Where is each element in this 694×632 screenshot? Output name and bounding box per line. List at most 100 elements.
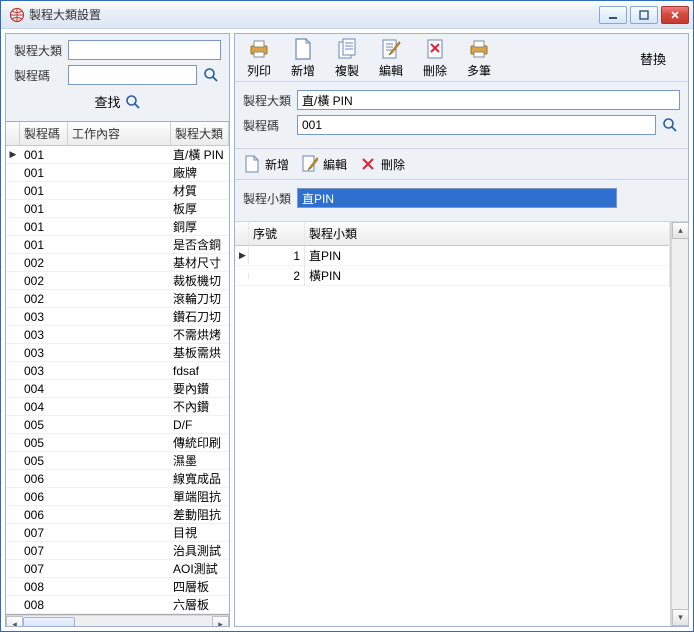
table-row[interactable]: 002基材尺寸 — [6, 254, 229, 272]
cell-code: 005 — [20, 436, 68, 450]
titlebar: 製程大類設置 — [1, 1, 693, 29]
cell-code: 001 — [20, 238, 68, 252]
maximize-button[interactable] — [630, 6, 658, 24]
cell-category: 要內鑽 — [171, 380, 229, 397]
scroll-up-icon[interactable]: ▴ — [672, 222, 689, 239]
sub-grid: 序號 製程小類 ▶1直PIN2橫PIN — [235, 222, 671, 626]
category-input[interactable] — [68, 40, 221, 60]
vertical-scrollbar[interactable]: ▴ ▾ — [671, 222, 688, 626]
cell-category: 目視 — [171, 524, 229, 541]
table-row[interactable]: 2橫PIN — [235, 266, 670, 286]
close-button[interactable] — [661, 6, 689, 24]
cell-category: 材質 — [171, 182, 229, 199]
subcategory-input[interactable] — [297, 188, 617, 208]
scroll-down-icon[interactable]: ▾ — [672, 609, 689, 626]
table-row[interactable]: 001材質 — [6, 182, 229, 200]
table-row[interactable]: 008四層板 — [6, 578, 229, 596]
minimize-button[interactable] — [599, 6, 627, 24]
table-row[interactable]: 005濕墨 — [6, 452, 229, 470]
cell-code: 001 — [20, 166, 68, 180]
cell-code: 007 — [20, 562, 68, 576]
cell-code: 003 — [20, 328, 68, 342]
col-seq[interactable]: 序號 — [249, 222, 305, 245]
delete-button[interactable]: 刪除 — [417, 38, 453, 79]
detail-code-input[interactable] — [297, 115, 656, 135]
table-row[interactable]: 003 不需烘烤 — [6, 326, 229, 344]
left-grid: 製程碼 工作內容 製程大類 ▶001直/橫 PIN001廠牌001材質001板厚… — [6, 121, 229, 626]
multi-button[interactable]: 多筆 — [461, 38, 497, 79]
table-row[interactable]: 003基板需烘 — [6, 344, 229, 362]
cell-category: 基材尺寸 — [171, 254, 229, 271]
col-work[interactable]: 工作內容 — [68, 122, 171, 145]
table-row[interactable]: 007治具測試 — [6, 542, 229, 560]
table-row[interactable]: 007AOI測試 — [6, 560, 229, 578]
horizontal-scrollbar[interactable]: ◂ ▸ — [6, 615, 229, 626]
scroll-right-icon[interactable]: ▸ — [212, 616, 229, 627]
cell-code: 001 — [20, 148, 68, 162]
table-row[interactable]: ▶1直PIN — [235, 246, 670, 266]
cell-code: 002 — [20, 292, 68, 306]
detail-lookup-button[interactable] — [660, 115, 680, 135]
copy-button[interactable]: 複製 — [329, 38, 365, 79]
table-row[interactable]: 002滾輪刀切 — [6, 290, 229, 308]
sub-delete-button[interactable]: 刪除 — [355, 153, 409, 175]
table-row[interactable]: 001銅厚 — [6, 218, 229, 236]
detail-category-input[interactable] — [297, 90, 680, 110]
code-lookup-button[interactable] — [201, 65, 221, 85]
table-row[interactable]: 002 裁板機切 — [6, 272, 229, 290]
search-icon — [662, 117, 678, 133]
table-row[interactable]: 003fdsaf — [6, 362, 229, 380]
pencil-icon — [380, 38, 402, 60]
table-row[interactable]: 004不內鑽 — [6, 398, 229, 416]
main-toolbar: 列印 新增 複製 編輯 刪除 — [235, 34, 688, 82]
copy-icon — [336, 38, 358, 60]
cell-category: 不需烘烤 — [171, 326, 229, 343]
col-category[interactable]: 製程大類 — [171, 122, 229, 145]
table-row[interactable]: 006單端阻抗 — [6, 488, 229, 506]
col-code[interactable]: 製程碼 — [20, 122, 68, 145]
cell-code: 001 — [20, 220, 68, 234]
search-icon — [203, 67, 219, 83]
search-button[interactable]: 查找 — [94, 92, 140, 111]
cell-code: 003 — [20, 346, 68, 360]
cell-category: 裁板機切 — [171, 272, 229, 289]
app-icon — [9, 7, 25, 23]
printer-multi-icon — [468, 38, 490, 60]
print-button[interactable]: 列印 — [241, 38, 277, 79]
cell-code: 002 — [20, 274, 68, 288]
delete-x-icon — [359, 155, 377, 173]
table-row[interactable]: 006差動阻抗 — [6, 506, 229, 524]
new-doc-icon — [292, 38, 314, 60]
table-row[interactable]: 004 要內鑽 — [6, 380, 229, 398]
printer-icon — [248, 38, 270, 60]
cell-category: 直/橫 PIN — [171, 146, 229, 163]
scroll-thumb[interactable] — [23, 617, 75, 627]
table-row[interactable]: 005傳統印刷 — [6, 434, 229, 452]
delete-doc-icon — [424, 38, 446, 60]
table-row[interactable]: 003鑽石刀切 — [6, 308, 229, 326]
table-row[interactable]: 006線寬成品 — [6, 470, 229, 488]
table-row[interactable]: 005D/F — [6, 416, 229, 434]
edit-button[interactable]: 編輯 — [373, 38, 409, 79]
table-row[interactable]: 001板厚 — [6, 200, 229, 218]
table-row[interactable]: 007目視 — [6, 524, 229, 542]
cell-code: 003 — [20, 310, 68, 324]
cell-category: 濕墨 — [171, 452, 229, 469]
replace-button[interactable]: 替換 — [640, 49, 666, 68]
table-row[interactable]: 008六層板 — [6, 596, 229, 614]
code-input[interactable] — [68, 65, 197, 85]
add-button[interactable]: 新增 — [285, 38, 321, 79]
sub-add-button[interactable]: 新增 — [239, 153, 293, 175]
scroll-left-icon[interactable]: ◂ — [6, 616, 23, 627]
sub-edit-button[interactable]: 編輯 — [297, 153, 351, 175]
cell-seq: 2 — [249, 266, 305, 286]
col-subcategory[interactable]: 製程小類 — [305, 222, 670, 245]
search-icon — [125, 94, 141, 110]
cell-code: 006 — [20, 508, 68, 522]
table-row[interactable]: 001廠牌 — [6, 164, 229, 182]
cell-category: 單端阻抗 — [171, 488, 229, 505]
grid-header: 製程碼 工作內容 製程大類 — [6, 122, 229, 146]
cell-code: 004 — [20, 382, 68, 396]
table-row[interactable]: 001是否含銅 — [6, 236, 229, 254]
table-row[interactable]: ▶001直/橫 PIN — [6, 146, 229, 164]
